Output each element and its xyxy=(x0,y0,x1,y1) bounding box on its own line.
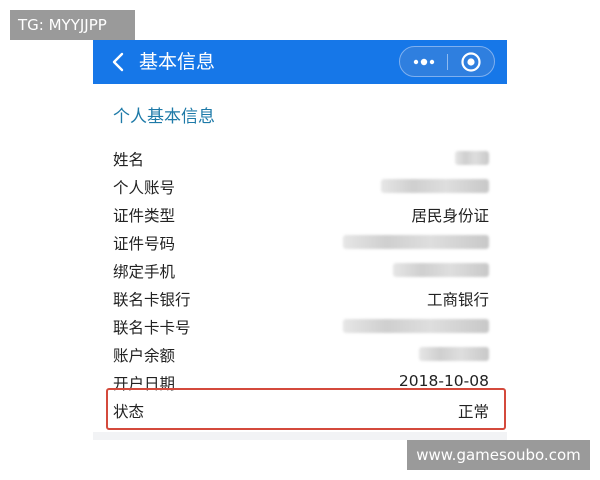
field-label: 联名卡卡号 xyxy=(113,319,191,337)
field-row-id-number: 证件号码 xyxy=(113,228,489,256)
field-value: 居民身份证 xyxy=(411,207,489,225)
masked-value xyxy=(393,263,489,277)
mini-program-capsule xyxy=(399,46,495,77)
field-row-name: 姓名 xyxy=(113,144,489,172)
watermark-bottom-right: www.gamesoubo.com xyxy=(407,440,590,470)
field-label: 证件号码 xyxy=(113,235,176,253)
field-label: 绑定手机 xyxy=(113,263,176,281)
more-dots-icon[interactable] xyxy=(412,56,436,68)
watermark-top-left: TG: MYYJJPP xyxy=(10,10,135,40)
masked-value xyxy=(381,179,489,193)
capsule-divider xyxy=(447,54,448,70)
chevron-left-icon[interactable] xyxy=(109,50,129,74)
field-row-phone: 绑定手机 xyxy=(113,256,489,284)
field-value: 工商银行 xyxy=(426,291,489,309)
field-label: 姓名 xyxy=(113,151,145,169)
masked-value xyxy=(343,319,489,333)
field-label: 联名卡银行 xyxy=(113,291,191,309)
masked-value xyxy=(419,347,489,361)
record-circle-icon[interactable] xyxy=(460,51,482,73)
masked-value xyxy=(455,151,489,165)
field-row-account: 个人账号 xyxy=(113,172,489,200)
field-row-bank: 联名卡银行 工商银行 xyxy=(113,284,489,312)
phone-screen: 基本信息 个人基本信息 姓名 个人账号 证件类型 居民身份证 证件号码 绑定手机… xyxy=(93,40,507,440)
field-row-balance: 账户余额 xyxy=(113,340,489,368)
masked-value xyxy=(343,235,489,249)
section-title: 个人基本信息 xyxy=(113,107,215,127)
page-title: 基本信息 xyxy=(139,51,216,73)
field-label: 证件类型 xyxy=(113,207,176,225)
field-label: 账户余额 xyxy=(113,347,176,365)
navigation-bar: 基本信息 xyxy=(93,40,507,84)
field-row-card-number: 联名卡卡号 xyxy=(113,312,489,340)
status-highlight-box xyxy=(106,388,506,430)
field-row-id-type: 证件类型 居民身份证 xyxy=(113,200,489,228)
info-card: 个人基本信息 姓名 个人账号 证件类型 居民身份证 证件号码 绑定手机 联名卡银… xyxy=(93,84,507,432)
field-label: 个人账号 xyxy=(113,179,176,197)
